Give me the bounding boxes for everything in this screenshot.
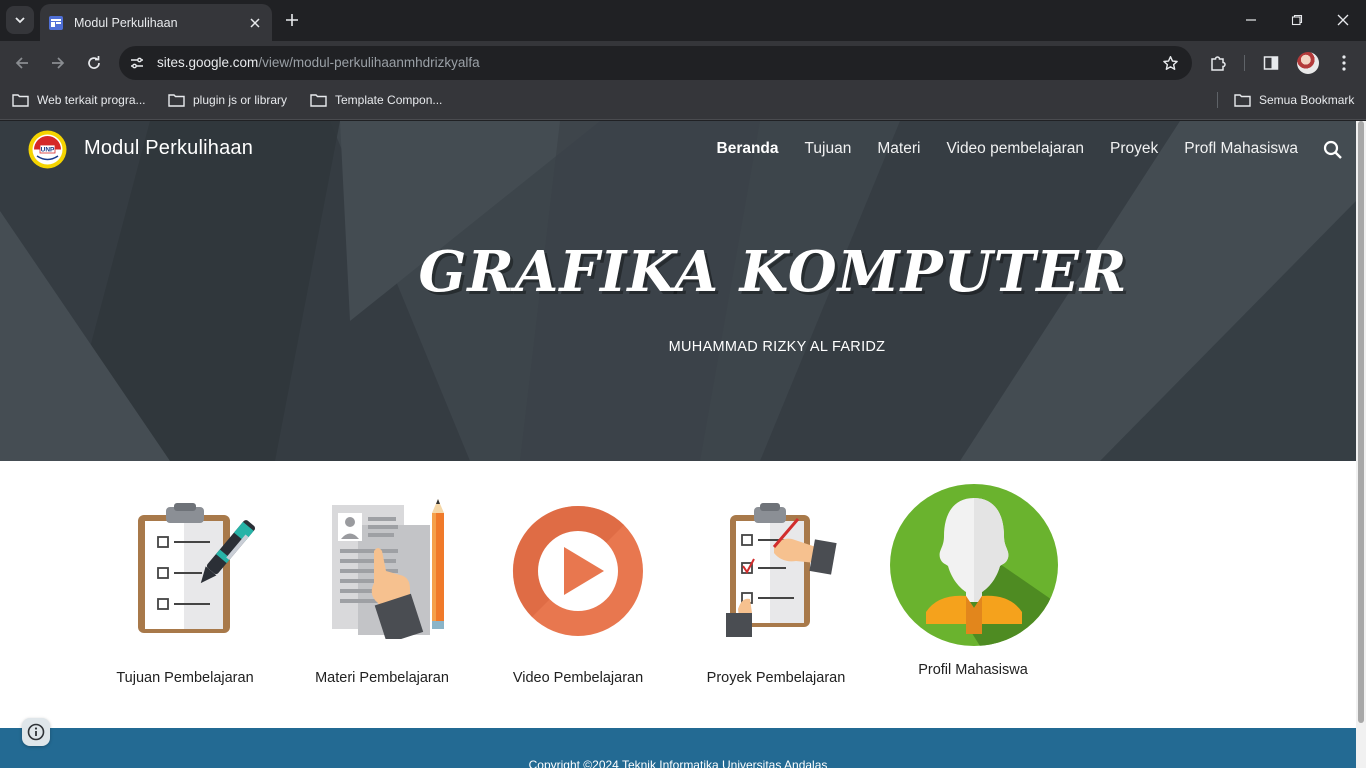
site-footer: Copyright ©2024 Teknik Informatika Unive… [0, 728, 1356, 768]
nav-link-materi[interactable]: Materi [877, 140, 920, 158]
address-bar[interactable]: sites.google.com/view/modul-perkulihaanm… [119, 46, 1192, 80]
bookmark-star-icon[interactable] [1160, 53, 1180, 73]
document-pencil-icon [332, 499, 444, 644]
web-page: UNP Modul Perkulihaan Beranda Tujuan Mat… [0, 121, 1356, 768]
footer-copyright: Copyright ©2024 Teknik Informatika Unive… [528, 758, 828, 768]
browser-tab-active[interactable]: Modul Perkulihaan [40, 4, 272, 41]
site-settings-icon[interactable] [127, 53, 147, 73]
side-panel-button[interactable] [1258, 50, 1284, 76]
bookmarks-bar: Web terkait progra... plugin js or libra… [0, 85, 1366, 120]
url-path: /view/modul-perkulihaanmhdrizkyalfa [258, 55, 480, 70]
bookmark-folder[interactable]: Web terkait progra... [12, 85, 146, 115]
minimize-icon [1246, 19, 1256, 21]
folder-icon [168, 94, 185, 107]
scrollbar-thumb[interactable] [1358, 121, 1364, 723]
search-icon[interactable] [1322, 139, 1344, 161]
nav-link-proyek[interactable]: Proyek [1110, 140, 1158, 158]
restore-icon [1291, 14, 1303, 26]
bookmark-label: plugin js or library [193, 93, 288, 107]
card-label-materi[interactable]: Materi Pembelajaran [272, 670, 492, 686]
chevron-down-icon [15, 17, 25, 24]
hero-title: GRAFIKA KOMPUTER [418, 239, 1128, 305]
card-profil[interactable] [890, 484, 1058, 646]
info-icon [27, 723, 45, 741]
url-host: sites.google.com [157, 55, 259, 70]
card-label-tujuan[interactable]: Tujuan Pembelajaran [75, 670, 295, 686]
browser-tab-strip: Modul Perkulihaan [0, 0, 1366, 41]
site-title[interactable]: Modul Perkulihaan [84, 137, 253, 160]
google-sites-icon [48, 15, 64, 31]
tab-search-button[interactable] [6, 6, 34, 34]
close-icon [1337, 14, 1349, 26]
chrome-menu-button[interactable] [1331, 50, 1357, 76]
minimize-window-button[interactable] [1228, 0, 1274, 40]
site-navigation: Beranda Tujuan Materi Video pembelajaran… [717, 140, 1299, 158]
logo-text: UNP [41, 147, 55, 154]
play-icon [512, 505, 643, 636]
url-text[interactable]: sites.google.com/view/modul-perkulihaanm… [157, 46, 480, 80]
back-button[interactable] [8, 49, 36, 77]
reload-icon [88, 56, 100, 69]
browser-toolbar: sites.google.com/view/modul-perkulihaanm… [0, 41, 1366, 85]
bookmark-folder[interactable]: Template Compon... [310, 85, 442, 115]
card-tujuan[interactable] [118, 501, 258, 641]
bookmark-label: Web terkait progra... [37, 93, 146, 107]
side-panel-icon [1263, 56, 1279, 70]
card-label-profil[interactable]: Profil Mahasiswa [863, 662, 1083, 678]
hero-subtitle: MUHAMMAD RIZKY AL FARIDZ [668, 339, 886, 355]
hero-banner: UNP Modul Perkulihaan Beranda Tujuan Mat… [0, 121, 1356, 461]
arrow-left-icon [15, 57, 28, 69]
new-tab-button[interactable] [280, 8, 304, 32]
profile-button[interactable] [1295, 50, 1321, 76]
card-proyek[interactable] [716, 501, 840, 637]
profile-avatar [1297, 52, 1319, 74]
bookmark-label: Template Compon... [335, 93, 443, 107]
site-logo[interactable]: UNP [28, 130, 67, 169]
page-scrollbar[interactable] [1356, 121, 1366, 768]
folder-icon [1234, 94, 1251, 107]
clipboard-pen-icon [138, 503, 256, 633]
bookmark-folder[interactable]: plugin js or library [168, 85, 287, 115]
user-avatar-icon [890, 484, 1058, 646]
restore-window-button[interactable] [1274, 0, 1320, 40]
forward-button[interactable] [44, 49, 72, 77]
nav-link-beranda[interactable]: Beranda [717, 140, 779, 158]
nav-link-video[interactable]: Video pembelajaran [946, 140, 1084, 158]
extensions-button[interactable] [1205, 50, 1231, 76]
card-materi[interactable] [318, 495, 454, 644]
nav-link-tujuan[interactable]: Tujuan [805, 140, 852, 158]
reload-button[interactable] [80, 49, 108, 77]
puzzle-icon [1211, 56, 1226, 71]
card-label-video[interactable]: Video Pembelajaran [468, 670, 688, 686]
plus-icon [286, 14, 298, 26]
nav-link-profil[interactable]: Profl Mahasiswa [1184, 140, 1298, 158]
tab-title: Modul Perkulihaan [74, 15, 178, 30]
bookmarks-divider [1217, 92, 1218, 108]
folder-icon [12, 94, 29, 107]
arrow-right-icon [52, 57, 65, 69]
kebab-menu-icon [1342, 55, 1346, 71]
all-bookmarks-label: Semua Bookmark [1259, 93, 1355, 107]
clipboard-checklist-icon [726, 503, 837, 637]
folder-icon [310, 94, 327, 107]
close-tab-icon[interactable] [246, 14, 264, 32]
all-bookmarks-folder[interactable]: Semua Bookmark [1234, 85, 1354, 115]
toolbar-divider [1244, 55, 1245, 71]
card-video[interactable] [512, 505, 644, 637]
close-window-button[interactable] [1320, 0, 1366, 40]
site-info-button[interactable] [22, 718, 50, 746]
card-label-proyek[interactable]: Proyek Pembelajaran [666, 670, 886, 686]
